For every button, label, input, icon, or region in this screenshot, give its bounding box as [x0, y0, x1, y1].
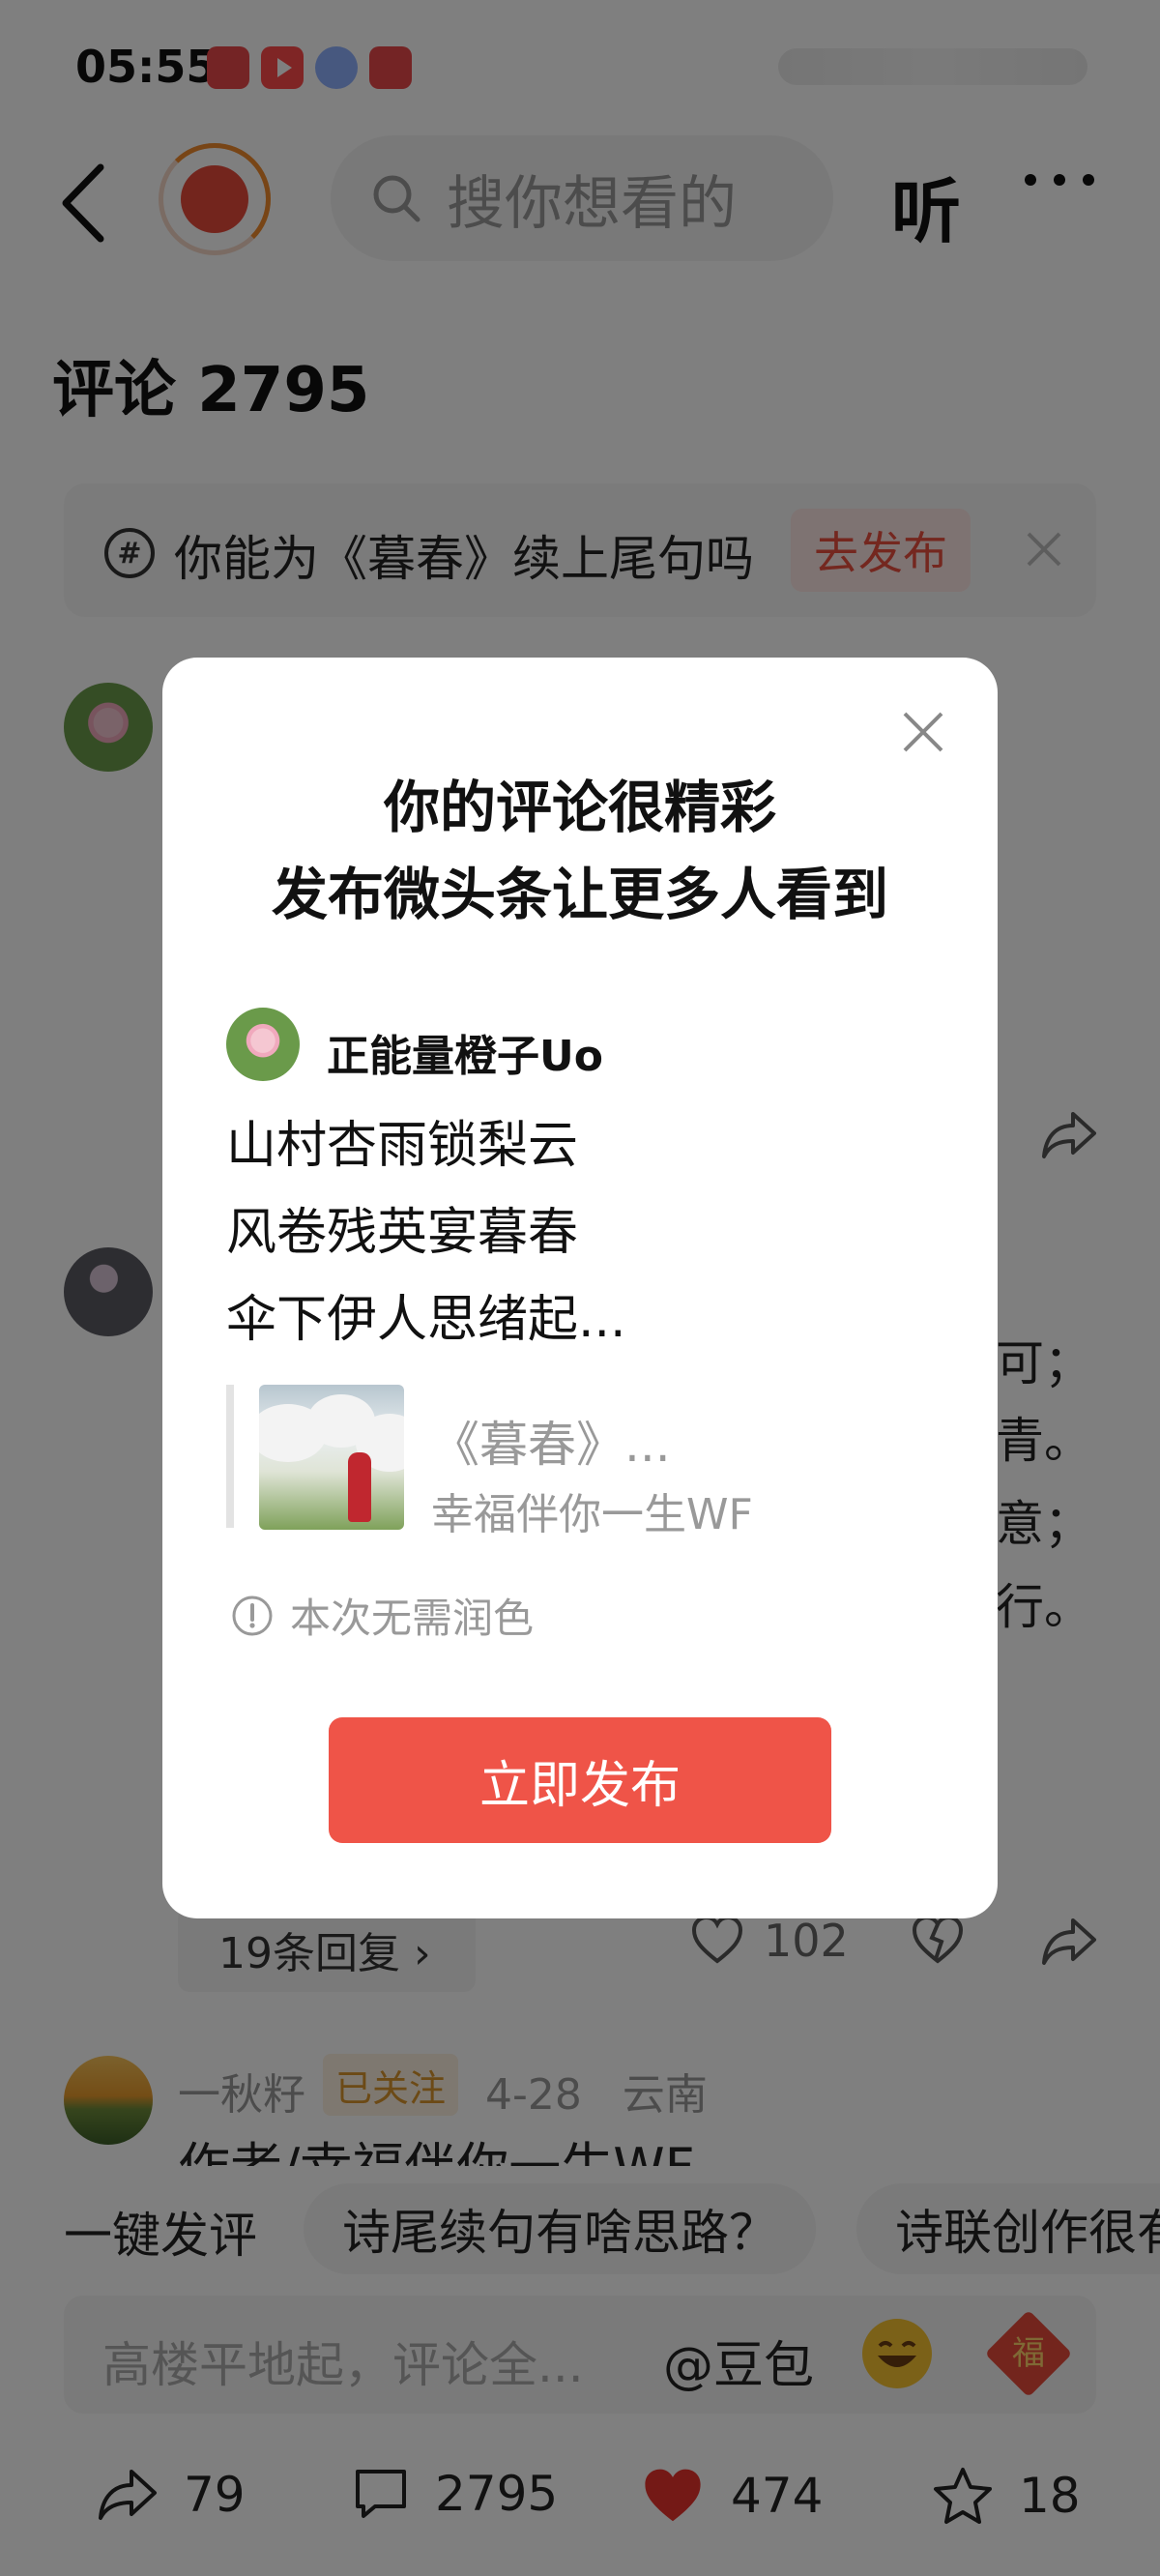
- article-thumbnail: [259, 1385, 404, 1530]
- publish-now-button[interactable]: 立即发布: [329, 1717, 831, 1843]
- avatar: [226, 1008, 300, 1081]
- poem-line: 伞下伊人思绪起...: [226, 1291, 626, 1349]
- modal-title: 你的评论很精彩 发布微头条让更多人看到: [162, 764, 998, 938]
- quoted-work-author: 幸福伴你一生WF: [431, 1490, 753, 1539]
- poem-line: 风卷残英宴暮春: [226, 1204, 579, 1262]
- modal-username: 正能量橙子Uo: [327, 1032, 603, 1081]
- poem-line: 山村杏雨锁梨云: [226, 1117, 579, 1175]
- modal-poem: 山村杏雨锁梨云 风卷残英宴暮春 伞下伊人思绪起...: [226, 1102, 626, 1363]
- quote-bar: [226, 1385, 234, 1528]
- close-icon[interactable]: [901, 710, 945, 754]
- info-icon: [232, 1595, 273, 1635]
- polish-note: 本次无需润色: [230, 1586, 534, 1645]
- quoted-work-title: 《暮春》...: [431, 1417, 671, 1473]
- publish-modal: 你的评论很精彩 发布微头条让更多人看到 正能量橙子Uo 山村杏雨锁梨云 风卷残英…: [162, 658, 998, 1918]
- modal-title-line1: 你的评论很精彩: [383, 775, 776, 840]
- modal-title-line2: 发布微头条让更多人看到: [271, 862, 888, 927]
- polish-note-text: 本次无需润色: [290, 1595, 535, 1642]
